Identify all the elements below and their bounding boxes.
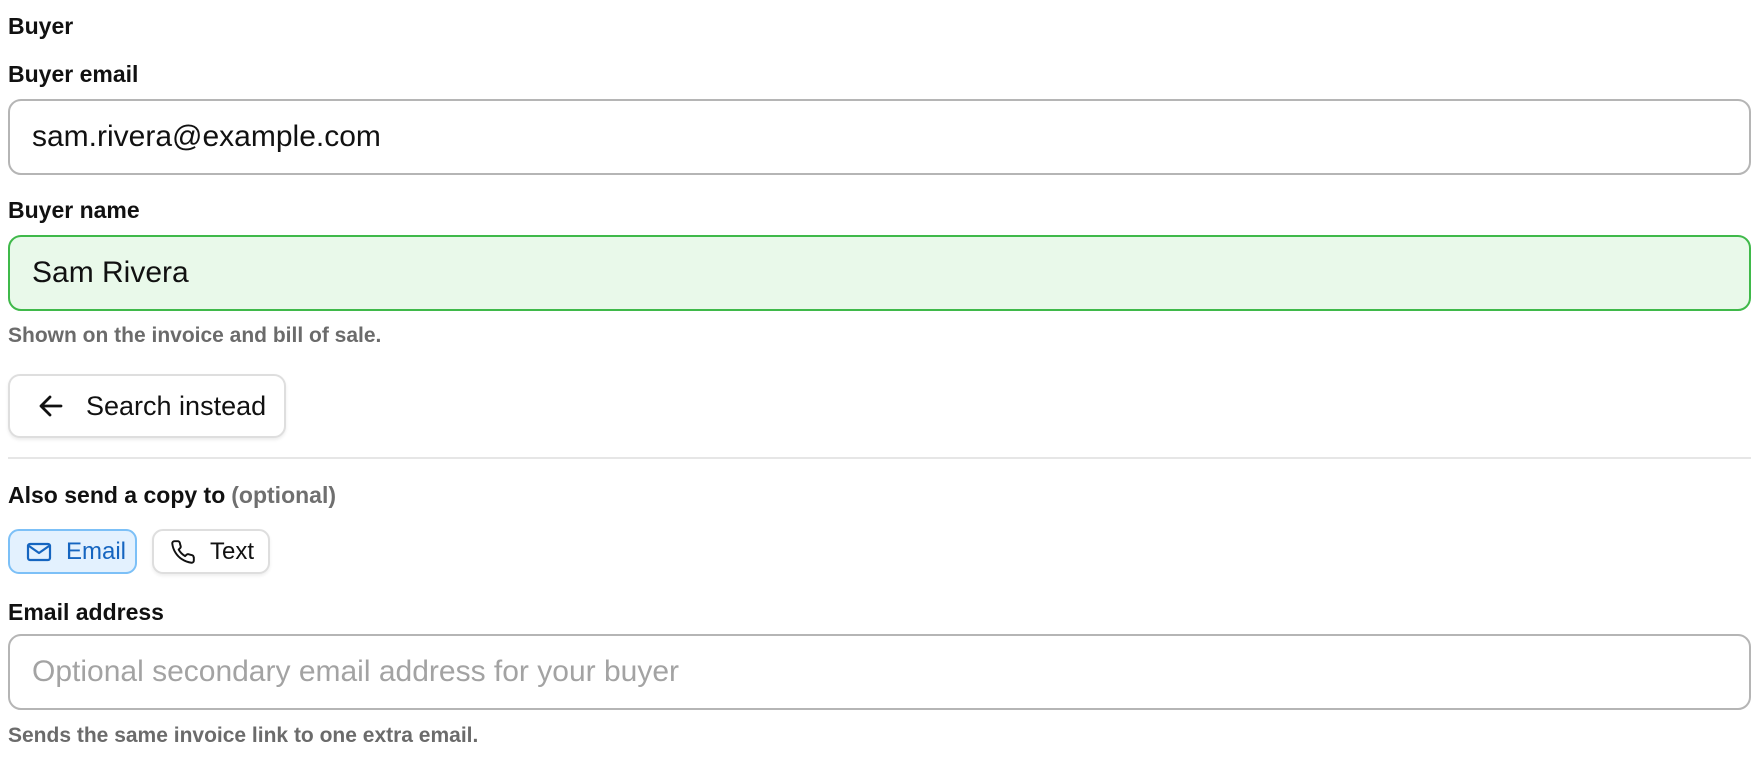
buyer-email-input[interactable]: [8, 99, 1751, 175]
buyer-form: Buyer Buyer email Buyer name Shown on th…: [0, 0, 1759, 761]
buyer-name-hint: Shown on the invoice and bill of sale.: [8, 324, 382, 347]
phone-icon: [170, 539, 196, 565]
email-option-chip[interactable]: Email: [8, 529, 137, 574]
copy-to-text: Also send a copy to: [8, 482, 226, 508]
buyer-name-label: Buyer name: [8, 197, 140, 223]
divider: [8, 457, 1751, 459]
section-title: Buyer: [8, 13, 74, 39]
mail-icon: [26, 539, 52, 565]
text-option-label: Text: [210, 537, 255, 565]
email-option-label: Email: [66, 537, 127, 565]
email-address-label: Email address: [8, 599, 164, 625]
secondary-email-input[interactable]: [8, 634, 1751, 710]
buyer-email-label: Buyer email: [8, 61, 139, 87]
arrow-left-icon: [36, 391, 66, 421]
text-option-chip[interactable]: Text: [152, 529, 270, 574]
search-instead-button[interactable]: Search instead: [8, 374, 286, 438]
copy-to-label: Also send a copy to (optional): [8, 481, 336, 509]
secondary-email-hint: Sends the same invoice link to one extra…: [8, 724, 479, 747]
search-instead-label: Search instead: [86, 390, 267, 421]
buyer-name-input[interactable]: [8, 235, 1751, 311]
optional-tag: (optional): [231, 482, 337, 508]
